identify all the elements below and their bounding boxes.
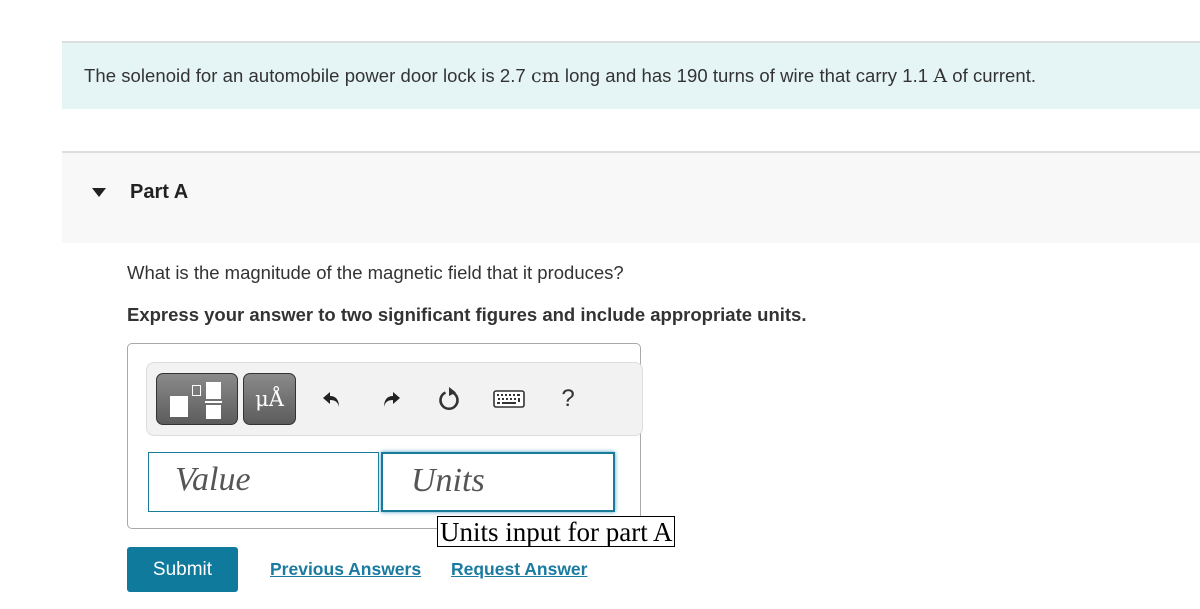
- previous-answers-link[interactable]: Previous Answers: [270, 559, 421, 580]
- question-text: What is the magnitude of the magnetic fi…: [127, 262, 624, 283]
- instruction-text: Express your answer to two significant f…: [127, 304, 807, 325]
- units-glyph: μÅ: [255, 387, 284, 411]
- problem-statement: The solenoid for an automobile power doo…: [62, 41, 1200, 109]
- help-icon[interactable]: ?: [554, 385, 582, 413]
- request-answer-link[interactable]: Request Answer: [451, 559, 587, 580]
- value-input[interactable]: Value: [148, 452, 379, 512]
- units-placeholder: Units: [411, 462, 485, 499]
- problem-text: The solenoid for an automobile power doo…: [84, 65, 1036, 87]
- templates-button[interactable]: [156, 373, 238, 425]
- reset-icon[interactable]: [435, 385, 463, 413]
- help-glyph: ?: [561, 385, 575, 412]
- answer-box: μÅ ? Value Units: [127, 343, 643, 529]
- value-placeholder: Value: [175, 461, 251, 498]
- keyboard-icon[interactable]: [492, 385, 526, 413]
- units-input-tooltip: Units input for part A: [437, 516, 676, 547]
- part-title: Part A: [130, 181, 189, 203]
- problem-text-segment: of current.: [947, 65, 1037, 86]
- math-toolbar: μÅ ?: [146, 362, 643, 436]
- length-unit: cm: [530, 65, 560, 87]
- units-input[interactable]: Units: [381, 452, 615, 512]
- units-button[interactable]: μÅ: [243, 373, 296, 425]
- problem-text-segment: long and has 190 turns of wire that carr…: [559, 65, 934, 86]
- submit-button[interactable]: Submit: [127, 547, 238, 592]
- collapse-caret-icon[interactable]: [92, 188, 106, 197]
- current-unit: A: [933, 65, 948, 87]
- undo-icon[interactable]: [318, 385, 346, 413]
- redo-icon[interactable]: [377, 385, 405, 413]
- part-a-header[interactable]: Part A: [62, 151, 1200, 243]
- problem-text-segment: The solenoid for an automobile power doo…: [84, 65, 531, 86]
